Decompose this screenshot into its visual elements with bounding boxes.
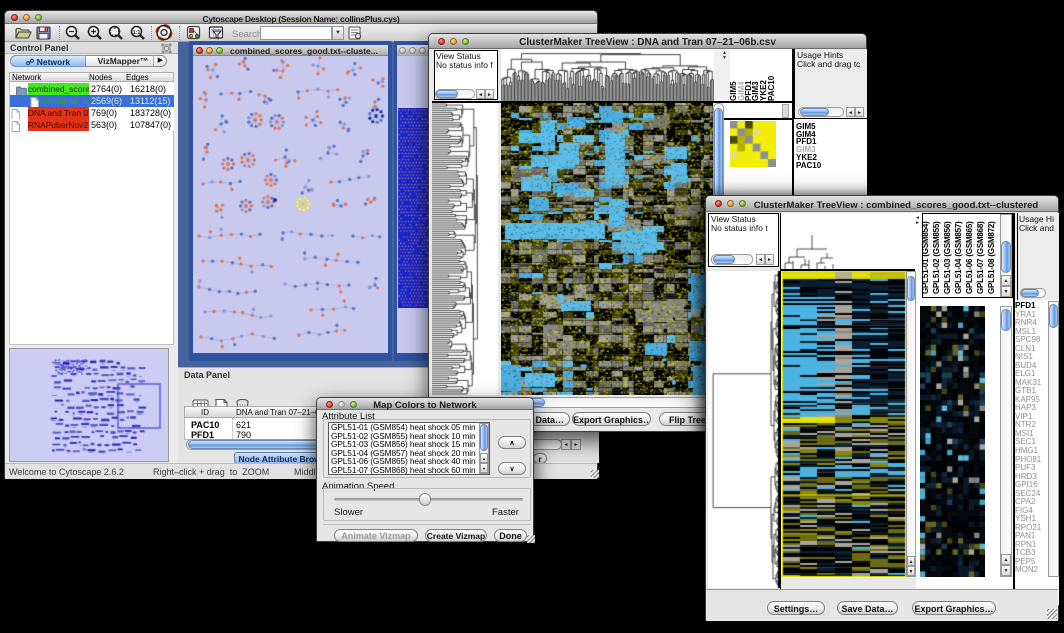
svg-text:1:1: 1:1 <box>133 30 141 36</box>
